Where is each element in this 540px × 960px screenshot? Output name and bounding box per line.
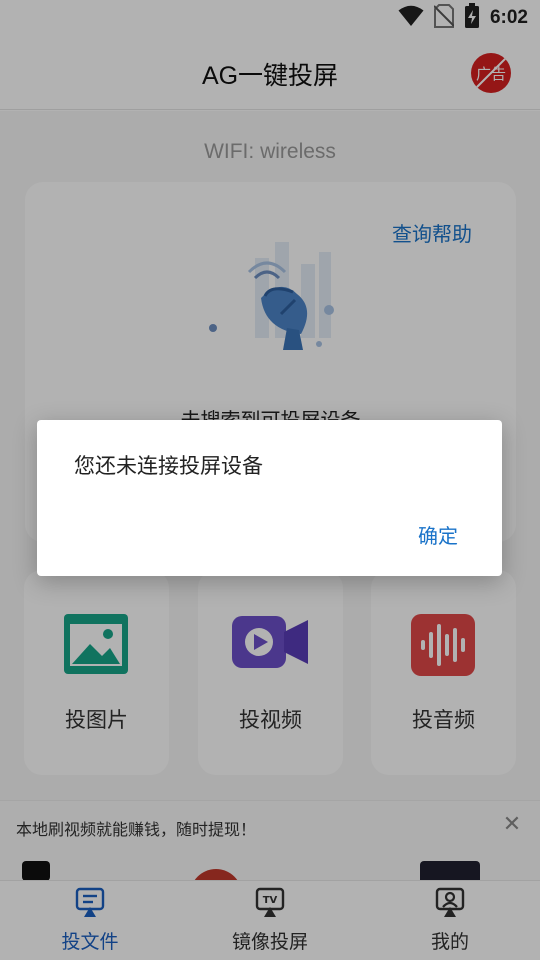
alert-dialog: 您还未连接投屏设备 确定: [37, 420, 502, 576]
screen: 6:02 AG一键投屏 广告 WIFI: wireless 查询帮助: [0, 0, 540, 960]
dialog-message: 您还未连接投屏设备: [74, 454, 263, 478]
confirm-button[interactable]: 确定: [418, 520, 458, 549]
